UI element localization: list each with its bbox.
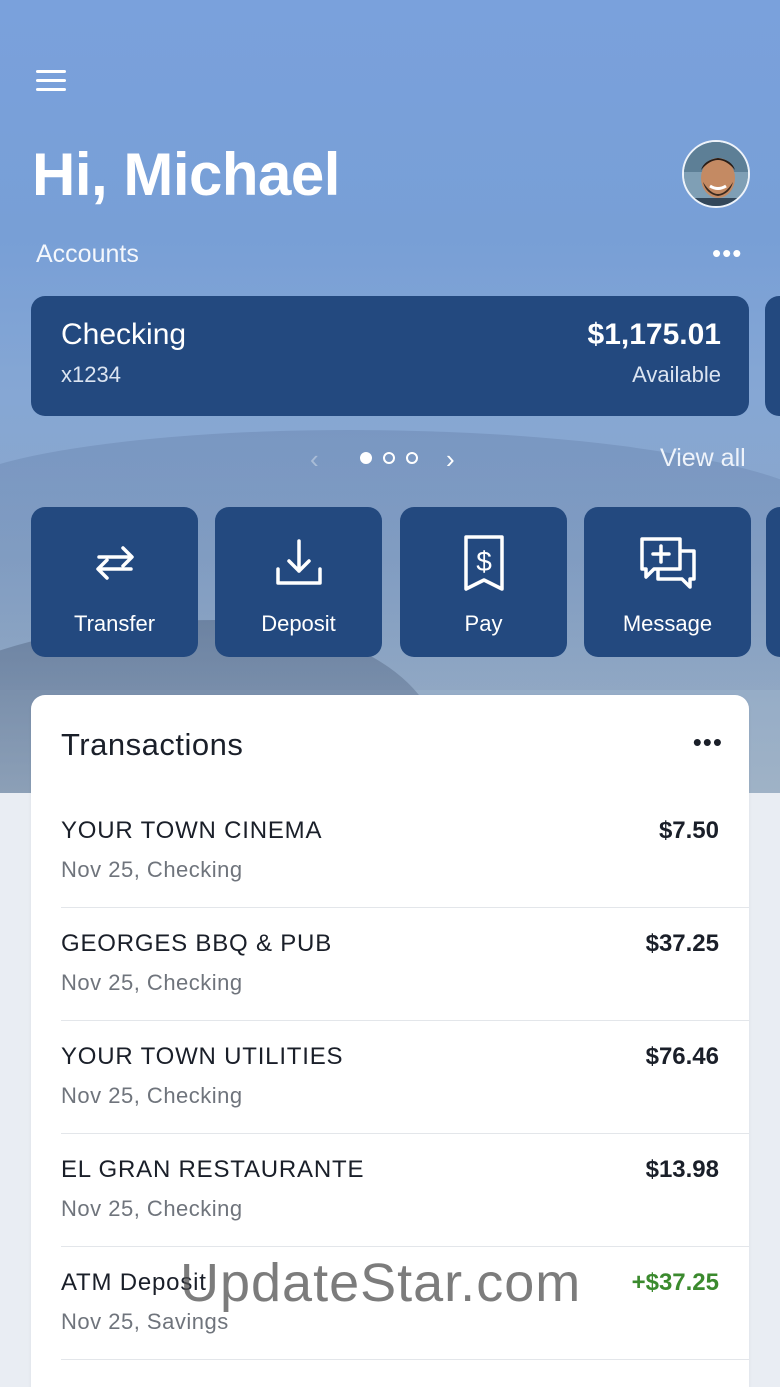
view-all-link[interactable]: View all [660, 444, 746, 473]
transfer-label: Transfer [73, 611, 156, 636]
page-dot[interactable] [383, 452, 395, 464]
transaction-meta: Nov 25, Checking [61, 857, 243, 882]
transaction-merchant: YOUR TOWN UTILITIES [61, 1043, 344, 1070]
deposit-label: Deposit [261, 611, 336, 636]
transaction-amount: $76.46 [645, 1043, 719, 1070]
greeting-title: Hi, Michael [32, 141, 340, 208]
deposit-button[interactable]: Deposit [215, 507, 382, 657]
transaction-amount: $13.98 [645, 1156, 719, 1183]
account-pager: ‹ › [310, 440, 470, 476]
transfer-icon [95, 546, 134, 580]
transaction-merchant: ATM Deposit [61, 1269, 207, 1296]
deposit-icon [275, 539, 322, 585]
transaction-meta: Nov 25, Checking [61, 970, 243, 995]
transaction-amount: $37.25 [645, 930, 719, 957]
transaction-row[interactable]: YOUR TOWN UTILITIES Nov 25, Checking $76… [61, 1021, 749, 1134]
transactions-panel: Transactions ••• YOUR TOWN CINEMA Nov 25… [31, 695, 749, 1387]
next-account-card-peek[interactable] [765, 296, 780, 416]
accounts-section-label: Accounts [36, 240, 139, 268]
account-card-checking[interactable]: Checking x1234 $1,175.01 Available [31, 296, 749, 416]
page-dot[interactable] [406, 452, 418, 464]
transaction-amount: $7.50 [658, 817, 719, 844]
transaction-row[interactable]: ATM Deposit Nov 25, Savings +$37.25 [61, 1247, 749, 1360]
transaction-merchant: YOUR TOWN CINEMA [61, 817, 323, 844]
page-dot-active[interactable] [360, 452, 372, 464]
transaction-amount-credit: +$37.25 [631, 1269, 719, 1296]
account-number: x1234 [61, 362, 121, 387]
avatar[interactable] [682, 140, 750, 208]
transaction-meta: Nov 25, Savings [61, 1309, 229, 1334]
message-button[interactable]: Message [584, 507, 751, 657]
message-icon [639, 537, 696, 589]
hamburger-menu-icon[interactable] [36, 70, 70, 96]
accounts-more-icon[interactable]: ••• [712, 240, 742, 266]
transaction-row[interactable]: YOUR TOWN CINEMA Nov 25, Checking $7.50 [61, 795, 749, 908]
transactions-more-icon[interactable]: ••• [693, 727, 723, 758]
transaction-row[interactable]: EL GRAN RESTAURANTE Nov 25, Checking $13… [61, 1134, 749, 1247]
message-label: Message [622, 611, 713, 636]
transaction-meta: Nov 25, Checking [61, 1083, 243, 1108]
account-balance: $1,175.01 [587, 318, 721, 351]
transaction-row[interactable]: GEORGES BBQ & PUB Nov 25, Checking $37.2… [61, 908, 749, 1021]
pay-bill-icon: $ [463, 535, 504, 591]
next-action-peek[interactable] [766, 507, 780, 657]
chevron-left-icon: ‹ [310, 444, 319, 474]
transaction-merchant: EL GRAN RESTAURANTE [61, 1156, 365, 1183]
pay-button[interactable]: $ Pay [400, 507, 567, 657]
transfer-button[interactable]: Transfer [31, 507, 198, 657]
account-name: Checking [61, 318, 187, 351]
account-balance-label: Available [632, 362, 721, 387]
chevron-right-icon[interactable]: › [446, 444, 455, 475]
transactions-title: Transactions [61, 727, 244, 762]
transaction-meta: Nov 25, Checking [61, 1196, 243, 1221]
transaction-merchant: GEORGES BBQ & PUB [61, 930, 333, 957]
svg-text:$: $ [476, 546, 492, 577]
pay-label: Pay [464, 611, 503, 636]
